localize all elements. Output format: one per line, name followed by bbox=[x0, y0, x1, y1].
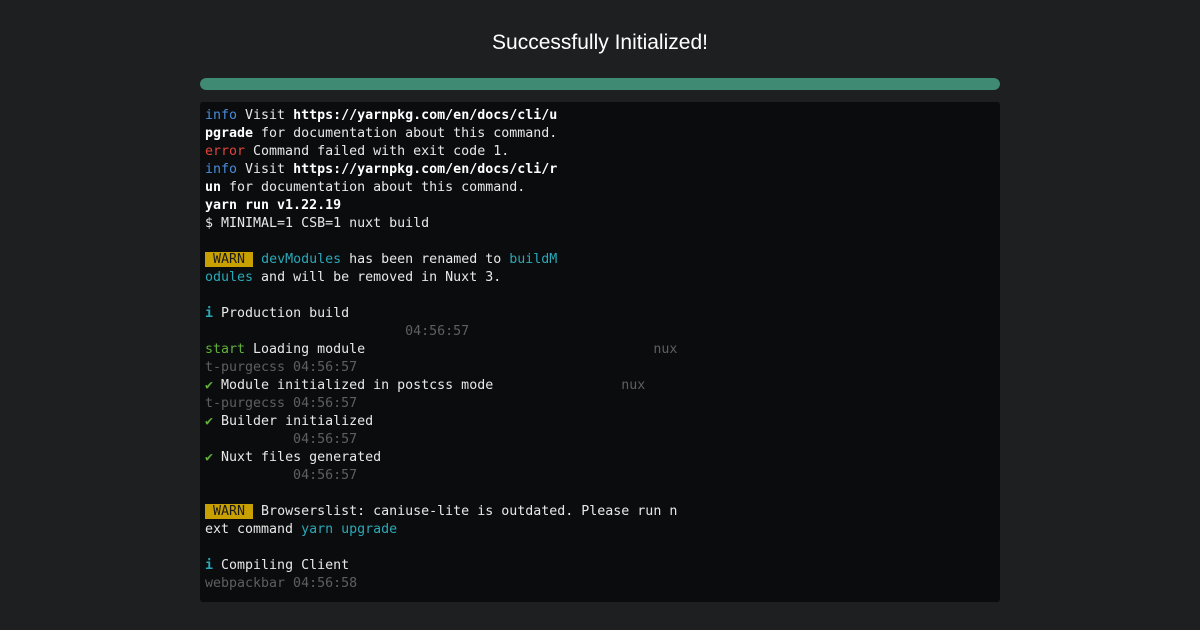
terminal-line: 04:56:57 bbox=[205, 431, 995, 449]
terminal-text: nux bbox=[653, 342, 678, 357]
terminal-text: Compiling Client bbox=[213, 558, 350, 573]
terminal-line: info Visit https://yarnpkg.com/en/docs/c… bbox=[205, 107, 995, 125]
terminal-text: https://yarnpkg.com/en/docs/cli/r bbox=[293, 162, 558, 177]
info-icon: i bbox=[205, 558, 214, 573]
terminal-text: Production build bbox=[213, 306, 350, 321]
terminal-line: un for documentation about this command. bbox=[205, 179, 995, 197]
terminal-line: 04:56:57 bbox=[205, 467, 995, 485]
page-title: Successfully Initialized! bbox=[492, 31, 708, 54]
terminal-line: odules and will be removed in Nuxt 3. bbox=[205, 269, 995, 287]
terminal-line: t-purgecss 04:56:57 bbox=[205, 359, 995, 377]
terminal-text: https://yarnpkg.com/en/docs/cli/u bbox=[293, 108, 558, 123]
terminal-line: ext command yarn upgrade bbox=[205, 521, 995, 539]
terminal-line: ✔ Module initialized in postcss mode nux bbox=[205, 377, 995, 395]
terminal-line: info Visit https://yarnpkg.com/en/docs/c… bbox=[205, 161, 995, 179]
terminal-text: t-purgecss 04:56:57 bbox=[205, 396, 358, 411]
terminal-text: Nuxt files generated bbox=[213, 450, 382, 465]
terminal-text: Visit bbox=[237, 108, 294, 123]
terminal-text: error bbox=[205, 144, 246, 159]
terminal-text: Command failed with exit code 1. bbox=[245, 144, 510, 159]
terminal-line: $ MINIMAL=1 CSB=1 nuxt build bbox=[205, 215, 995, 233]
terminal-output: info Visit https://yarnpkg.com/en/docs/c… bbox=[200, 102, 1000, 602]
terminal-text: pgrade bbox=[205, 126, 254, 141]
info-icon: i bbox=[205, 306, 214, 321]
terminal-text: and will be removed in Nuxt 3. bbox=[253, 270, 502, 285]
terminal-line: start Loading module nux bbox=[205, 341, 995, 359]
terminal-line: pgrade for documentation about this comm… bbox=[205, 125, 995, 143]
check-icon: ✔ bbox=[205, 450, 214, 465]
terminal-line: ✔ Builder initialized bbox=[205, 413, 995, 431]
warn-badge: WARN bbox=[205, 504, 254, 519]
terminal-text: $ MINIMAL=1 CSB=1 nuxt build bbox=[205, 216, 430, 231]
check-icon: ✔ bbox=[205, 378, 214, 393]
terminal-line: ✔ Nuxt files generated bbox=[205, 449, 995, 467]
terminal-text: start bbox=[205, 342, 246, 357]
terminal-line: 04:56:57 bbox=[205, 323, 995, 341]
terminal-text: yarn run v1.22.19 bbox=[205, 198, 342, 213]
terminal-text: 04:56:57 bbox=[205, 432, 358, 447]
terminal-text: t-purgecss 04:56:57 bbox=[205, 360, 358, 375]
terminal-text: devModules bbox=[261, 252, 342, 267]
terminal-text: buildM bbox=[509, 252, 558, 267]
progress-fill bbox=[200, 78, 1000, 90]
terminal-line: webpackbar 04:56:58 bbox=[205, 575, 995, 593]
terminal-text: un bbox=[205, 180, 222, 195]
terminal-line: yarn run v1.22.19 bbox=[205, 197, 995, 215]
terminal-text: for documentation about this command. bbox=[253, 126, 558, 141]
terminal-line: WARN Browserslist: caniuse-lite is outda… bbox=[205, 503, 995, 521]
terminal-text: Visit bbox=[237, 162, 294, 177]
terminal-text: 04:56:57 bbox=[205, 468, 358, 483]
terminal-text: info bbox=[205, 108, 238, 123]
terminal-text: Builder initialized bbox=[213, 414, 374, 429]
warn-badge: WARN bbox=[205, 252, 254, 267]
terminal-text: info bbox=[205, 162, 238, 177]
terminal-text: yarn upgrade bbox=[301, 522, 398, 537]
terminal-text: Module initialized in postcss mode bbox=[213, 378, 622, 393]
terminal-text: nux bbox=[621, 378, 646, 393]
terminal-text: for documentation about this command. bbox=[221, 180, 526, 195]
check-icon: ✔ bbox=[205, 414, 214, 429]
terminal-lines: info Visit https://yarnpkg.com/en/docs/c… bbox=[205, 107, 995, 593]
terminal-text: ext command bbox=[205, 522, 302, 537]
terminal-text: webpackbar 04:56:58 bbox=[205, 576, 358, 591]
terminal-text: Loading module bbox=[245, 342, 654, 357]
terminal-text: odules bbox=[205, 270, 254, 285]
progress-bar bbox=[200, 78, 1000, 90]
terminal-line: i Compiling Client bbox=[205, 557, 995, 575]
terminal-line: i Production build bbox=[205, 305, 995, 323]
terminal-line: t-purgecss 04:56:57 bbox=[205, 395, 995, 413]
terminal-text: 04:56:57 bbox=[205, 324, 470, 339]
terminal-line: WARN devModules has been renamed to buil… bbox=[205, 251, 995, 269]
terminal-line: error Command failed with exit code 1. bbox=[205, 143, 995, 161]
terminal-text: Browserslist: caniuse-lite is outdated. … bbox=[253, 504, 678, 519]
terminal-text: has been renamed to bbox=[341, 252, 510, 267]
